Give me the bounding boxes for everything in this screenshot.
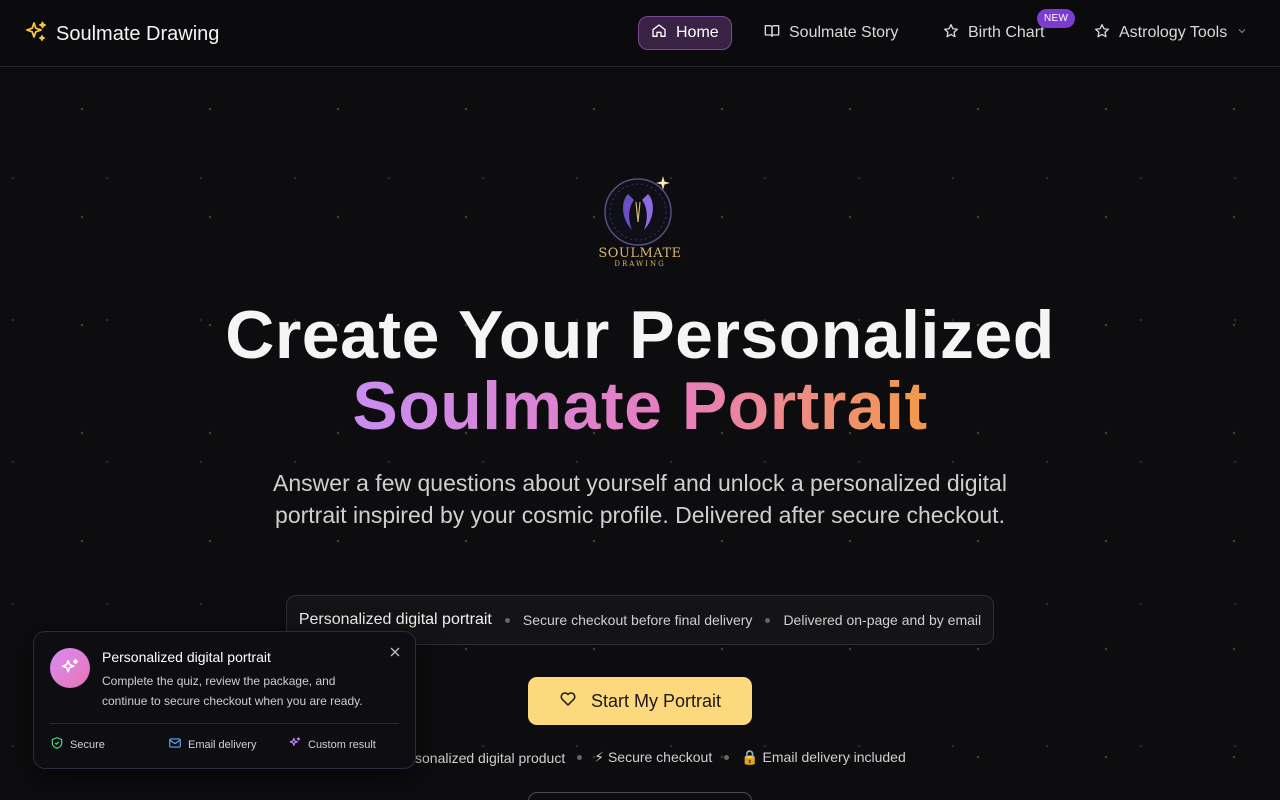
mail-icon <box>168 736 182 753</box>
nav-soulmate-story[interactable]: Soulmate Story <box>752 16 910 50</box>
nav-astrology-tools-label: Astrology Tools <box>1119 24 1228 41</box>
start-portrait-label: Start My Portrait <box>590 690 722 711</box>
star-icon <box>943 23 959 44</box>
trust-separator <box>577 755 583 760</box>
hero-title-line1: Create Your Personalized <box>225 297 1055 373</box>
chip-separator <box>504 617 510 623</box>
trust-separator <box>724 755 730 760</box>
hero-subtitle: Answer a few questions about yourself an… <box>273 470 1007 528</box>
toast-title: Personalized digital portrait <box>102 649 271 665</box>
home-icon <box>651 23 667 44</box>
chip-secure-checkout: Secure checkout before final delivery <box>522 612 753 628</box>
toast-divider <box>50 723 399 724</box>
chip-separator <box>765 617 771 623</box>
soulmate-logo: SOULMATE DRAWING <box>598 172 682 268</box>
nav-astrology-tools[interactable]: Astrology Tools <box>1082 16 1260 50</box>
shield-check-icon <box>50 736 64 753</box>
nav-home-label: Home <box>676 24 719 41</box>
nav-birth-chart-label: Birth Chart <box>968 24 1045 41</box>
logo-subtitle: DRAWING <box>614 260 666 268</box>
chip-delivery: Delivered on-page and by email <box>783 612 982 628</box>
info-toast: Personalized digital portrait Complete t… <box>33 631 416 769</box>
trust-row: sonalized digital product ⚡ Secure check… <box>415 749 906 766</box>
brand-title: Soulmate Drawing <box>56 23 220 45</box>
toast-feature-secure: Secure <box>50 736 105 753</box>
toast-feature-custom: Custom result <box>288 736 376 753</box>
close-icon[interactable] <box>387 644 403 660</box>
secondary-button-peek[interactable] <box>528 792 752 800</box>
hero-title-line2: Soulmate Portrait <box>0 370 1280 442</box>
toast-body: Complete the quiz, review the package, a… <box>102 674 363 708</box>
sparkles-icon <box>24 20 48 49</box>
nav-soulmate-story-label: Soulmate Story <box>789 24 899 41</box>
trust-secure-checkout: ⚡ Secure checkout <box>594 749 713 765</box>
top-navbar: Soulmate Drawing Home Soulmate Story Bir… <box>0 0 1280 67</box>
logo-wordmark: SOULMATE <box>598 246 682 261</box>
start-portrait-button[interactable]: Start My Portrait <box>528 677 752 725</box>
new-badge: NEW <box>1037 9 1076 28</box>
heart-icon <box>559 690 577 713</box>
sparkles-icon <box>50 648 90 688</box>
chevron-down-icon <box>1236 24 1248 42</box>
sparkles-icon <box>288 736 302 753</box>
nav-home[interactable]: Home <box>638 16 732 50</box>
toast-feature-custom-label: Custom result <box>308 738 376 751</box>
star-icon <box>1094 23 1110 44</box>
toast-feature-email-label: Email delivery <box>188 738 257 751</box>
chip-portrait: Personalized digital portrait <box>298 611 492 628</box>
trust-personalized: sonalized digital product <box>415 749 566 766</box>
hero-title-gradient: Soulmate Portrait <box>352 368 928 444</box>
trust-email-delivery: 🔒 Email delivery included <box>741 749 906 765</box>
toast-feature-secure-label: Secure <box>70 738 105 751</box>
toast-feature-email: Email delivery <box>168 736 256 753</box>
brand-link[interactable]: Soulmate Drawing <box>24 20 219 49</box>
book-open-icon <box>764 23 780 44</box>
